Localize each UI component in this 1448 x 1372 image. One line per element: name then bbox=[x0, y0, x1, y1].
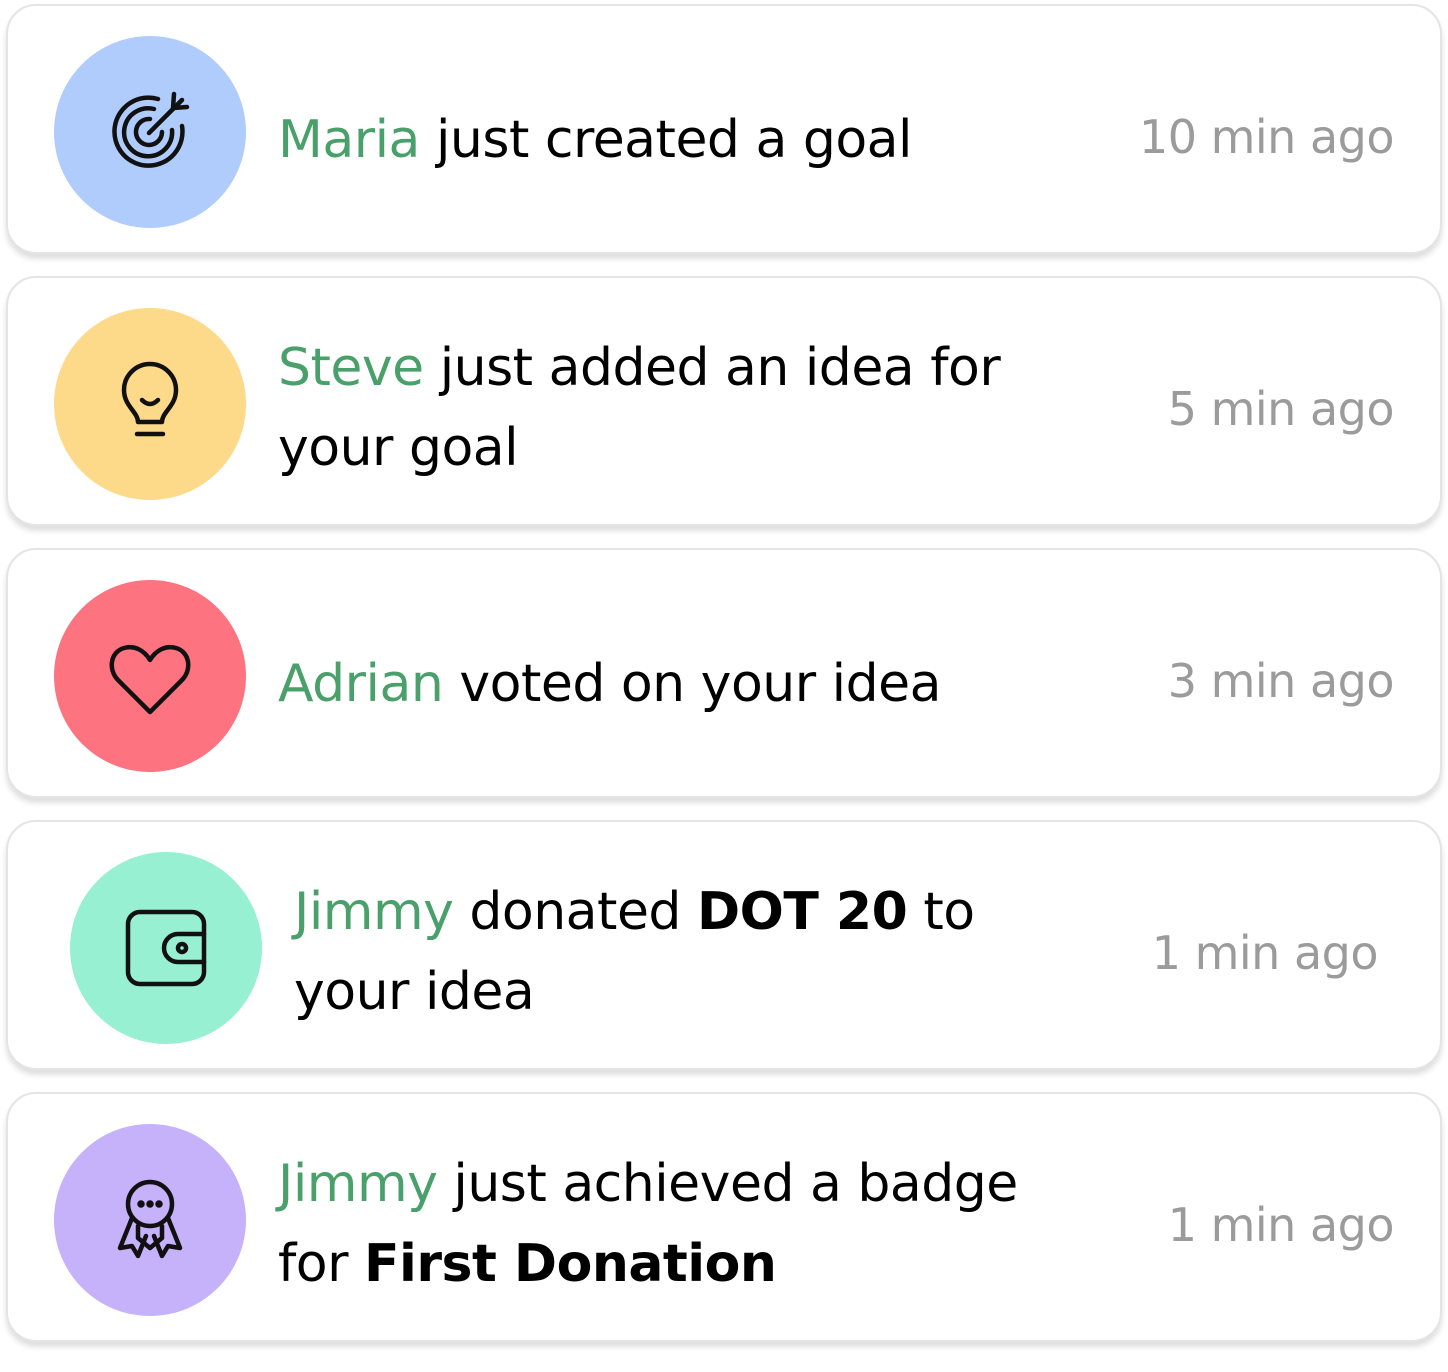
heart-icon-circle bbox=[54, 580, 246, 772]
notification-message: Adrian voted on your idea bbox=[278, 644, 1078, 724]
notification-card-idea[interactable]: Steve just added an idea for your goal 5… bbox=[6, 276, 1442, 526]
notification-message: Jimmy donated DOT 20 to your idea bbox=[294, 872, 1094, 1032]
notification-card-vote[interactable]: Adrian voted on your idea 3 min ago bbox=[6, 548, 1442, 798]
lightbulb-icon bbox=[121, 361, 179, 437]
heart-icon bbox=[109, 644, 191, 715]
badge-name: First Donation bbox=[364, 1234, 777, 1294]
message-text: voted on your idea bbox=[459, 654, 941, 714]
timestamp: 5 min ago bbox=[1167, 382, 1395, 436]
badge-icon bbox=[117, 1179, 183, 1259]
user-name[interactable]: Jimmy bbox=[294, 882, 454, 942]
notification-message: Steve just added an idea for your goal bbox=[278, 328, 1078, 488]
notification-card-badge[interactable]: Jimmy just achieved a badge for First Do… bbox=[6, 1092, 1442, 1342]
user-name[interactable]: Jimmy bbox=[278, 1154, 438, 1214]
user-name[interactable]: Adrian bbox=[278, 654, 444, 714]
timestamp: 10 min ago bbox=[1138, 110, 1395, 164]
user-name[interactable]: Maria bbox=[278, 110, 420, 170]
donation-amount: DOT 20 bbox=[696, 882, 908, 942]
notification-message: Jimmy just achieved a badge for First Do… bbox=[278, 1144, 1078, 1304]
message-text: just created a goal bbox=[435, 110, 913, 170]
timestamp: 1 min ago bbox=[1167, 1198, 1395, 1252]
target-icon-circle bbox=[54, 36, 246, 228]
message-text: donated bbox=[469, 882, 681, 942]
notification-card-goal[interactable]: Maria just created a goal 10 min ago bbox=[6, 4, 1442, 254]
target-icon bbox=[112, 91, 190, 168]
lightbulb-icon-circle bbox=[54, 308, 246, 500]
timestamp: 3 min ago bbox=[1167, 654, 1395, 708]
notification-message: Maria just created a goal bbox=[278, 100, 1078, 180]
user-name[interactable]: Steve bbox=[278, 338, 424, 398]
notification-card-donation[interactable]: Jimmy donated DOT 20 to your idea 1 min … bbox=[6, 820, 1442, 1070]
badge-icon-circle bbox=[54, 1124, 246, 1316]
wallet-icon-circle bbox=[70, 852, 262, 1044]
timestamp: 1 min ago bbox=[1151, 926, 1379, 980]
wallet-icon bbox=[125, 909, 207, 987]
